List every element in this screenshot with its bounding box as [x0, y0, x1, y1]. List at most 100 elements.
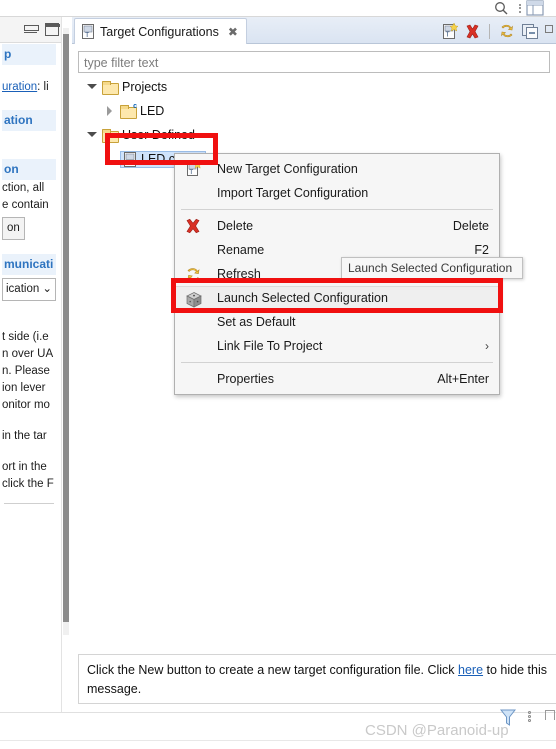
- ccxml-file-icon: T: [123, 151, 137, 167]
- grid-icon[interactable]: [526, 0, 544, 16]
- tree-item-label: Projects: [122, 80, 168, 94]
- svg-text:T: T: [189, 169, 193, 176]
- tree-item-user-defined[interactable]: User Defined: [86, 125, 195, 145]
- menu-item-label: Set as Default: [217, 315, 296, 329]
- menu-item-label: New Target Configuration: [217, 162, 358, 176]
- c-badge: c: [133, 102, 137, 110]
- view-toolbar: T: [441, 21, 554, 41]
- panel-window-controls: [0, 17, 61, 43]
- info-message-prefix: Click the New button to create a new tar…: [87, 663, 459, 677]
- view-menu-icon[interactable]: [545, 24, 554, 39]
- chevron-closed-icon[interactable]: [104, 105, 116, 117]
- target-configuration-icon: T: [82, 24, 94, 39]
- chevron-open-icon[interactable]: [86, 81, 98, 93]
- menu-item-launch-selected-configuration[interactable]: Launch Selected Configuration: [175, 286, 499, 310]
- tree-item-label: LED: [140, 104, 165, 118]
- refresh-icon[interactable]: [499, 23, 515, 39]
- help-spacer: [2, 414, 56, 428]
- search-icon[interactable]: [494, 1, 508, 15]
- help-section-heading: municati: [2, 254, 56, 275]
- help-paragraph: onitor mo: [2, 399, 50, 411]
- hide-message-link[interactable]: here: [458, 663, 483, 677]
- chevron-open-icon[interactable]: [86, 129, 98, 141]
- menu-item-label: Import Target Configuration: [217, 186, 369, 200]
- help-spacer: [2, 445, 56, 459]
- menu-item-properties[interactable]: Properties Alt+Enter: [175, 367, 499, 391]
- menu-item-shortcut: F2: [474, 243, 489, 257]
- vertical-dots-icon[interactable]: [518, 2, 522, 14]
- tab-label: Target Configurations: [100, 24, 219, 39]
- help-spacer: [2, 315, 56, 329]
- toolbar-separator: [489, 23, 490, 39]
- tab-target-configurations[interactable]: T Target Configurations ✖: [74, 18, 247, 44]
- menu-item-new-target-configuration[interactable]: T New Target Configuration: [175, 157, 499, 181]
- menu-item-link-file-to-project[interactable]: Link File To Project ›: [175, 334, 499, 358]
- help-dropdown[interactable]: ication ⌄: [2, 278, 56, 301]
- menu-item-label: Refresh: [217, 267, 261, 281]
- help-divider: [4, 503, 54, 504]
- svg-text:T: T: [127, 160, 132, 167]
- folder-icon: [102, 80, 119, 95]
- new-target-configuration-icon[interactable]: T: [441, 22, 458, 40]
- tree-item-projects[interactable]: Projects: [86, 77, 167, 97]
- help-paragraph: n over UA: [2, 348, 54, 360]
- new-target-configuration-icon: T: [185, 160, 202, 178]
- svg-text:T: T: [446, 31, 451, 38]
- help-panel-content: p uration: li ation on ction, all e contain on…: [0, 44, 56, 692]
- help-button-wrap: on: [2, 214, 56, 240]
- help-paragraph: n. Please: [2, 365, 50, 377]
- tree-item-body[interactable]: c LED: [120, 102, 165, 119]
- menu-item-label: Delete: [217, 219, 254, 233]
- tooltip: Launch Selected Configuration: [341, 257, 523, 279]
- help-paragraph: t side (i.e: [2, 331, 49, 343]
- vertical-dots-icon[interactable]: [528, 711, 532, 725]
- help-spacer: [2, 145, 56, 159]
- search-input[interactable]: type filter text: [78, 51, 550, 73]
- menu-item-delete[interactable]: Delete Delete: [175, 214, 499, 238]
- help-section-heading: p: [2, 44, 56, 65]
- delete-icon[interactable]: [465, 24, 480, 39]
- view-tab-bar: T Target Configurations ✖ T: [72, 17, 556, 44]
- folder-c-icon: c: [120, 102, 137, 119]
- help-paragraph: in the tar: [2, 430, 47, 442]
- help-section-heading: on: [2, 159, 56, 180]
- help-paragraph: click the F: [2, 478, 54, 490]
- help-paragraph: uration: li: [2, 81, 49, 93]
- menu-item-label: Link File To Project: [217, 339, 323, 353]
- minimize-icon[interactable]: [24, 25, 39, 33]
- menu-item-label: Rename: [217, 243, 265, 257]
- collapse-all-icon[interactable]: [522, 23, 538, 39]
- help-paragraph: ion lever: [2, 382, 46, 394]
- folder-icon: [102, 128, 119, 143]
- help-spacer: [2, 301, 56, 315]
- bottom-divider: [0, 740, 556, 741]
- watermark: CSDN @Paranoid-up: [365, 722, 509, 739]
- help-link[interactable]: uration: [2, 81, 37, 93]
- help-section-heading: ation: [2, 110, 56, 131]
- help-spacer: [2, 96, 56, 110]
- help-paragraph: ction, all: [2, 182, 45, 194]
- menu-item-import-target-configuration[interactable]: Import Target Configuration: [175, 181, 499, 205]
- help-side-panel: p uration: li ation on ction, all e contain on…: [0, 17, 62, 717]
- menu-item-shortcut: Delete: [452, 219, 489, 233]
- menu-item-shortcut: Alt+Enter: [437, 372, 489, 386]
- help-action-button[interactable]: on: [2, 217, 25, 240]
- menu-item-set-as-default[interactable]: Set as Default: [175, 310, 499, 334]
- browser-top-strip: [0, 0, 556, 16]
- funnel-icon[interactable]: [500, 709, 516, 727]
- application-window: p uration: li ation on ction, all e contain on…: [0, 0, 556, 749]
- help-spacer: [2, 65, 56, 79]
- close-icon[interactable]: ✖: [228, 25, 238, 39]
- help-panel-scrollbar-thumb[interactable]: [63, 34, 69, 622]
- maximize-icon[interactable]: [45, 23, 60, 36]
- tree-item-body[interactable]: User Defined: [102, 128, 195, 143]
- help-paragraph: ort in the: [2, 461, 47, 473]
- panel-corner-icon[interactable]: [545, 710, 555, 720]
- delete-icon: [185, 218, 202, 235]
- help-select-wrap: ication ⌄: [2, 275, 56, 301]
- launch-cube-icon: [185, 291, 202, 308]
- chevron-right-icon: ›: [485, 339, 489, 353]
- tree-item-body[interactable]: Projects: [102, 80, 168, 95]
- info-message: Click the New button to create a new tar…: [78, 654, 556, 704]
- tree-item-led[interactable]: c LED: [104, 101, 164, 121]
